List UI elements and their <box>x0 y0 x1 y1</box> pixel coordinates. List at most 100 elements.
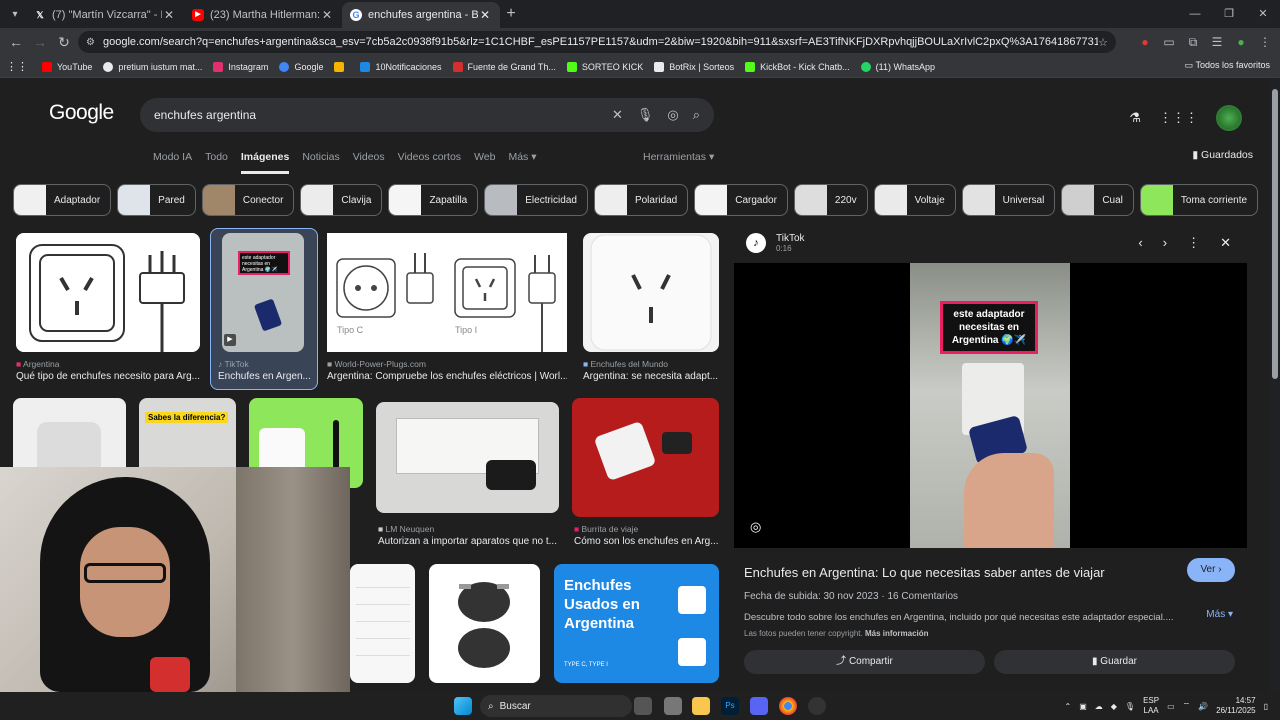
share-button[interactable]: ⤴ Compartir <box>744 650 985 674</box>
search-input[interactable]: enchufes argentina <box>154 108 612 122</box>
clear-icon[interactable]: ✕ <box>612 107 623 123</box>
chip-220v[interactable]: 220v <box>793 184 868 216</box>
tools-button[interactable]: Herramientas ▾ <box>643 151 714 163</box>
image-result-2[interactable]: este adaptador necesitas en Argentina 🌍✈… <box>222 233 304 352</box>
result-title[interactable]: Argentina: se necesita adapt... <box>583 371 719 382</box>
bookmark-whatsapp[interactable]: (11) WhatsApp <box>860 61 935 72</box>
panel-source[interactable]: TikTok <box>776 233 805 244</box>
bookmark-10notificaciones[interactable]: 10Notificaciones <box>360 61 442 72</box>
scrollbar-thumb[interactable] <box>1272 89 1278 379</box>
result-title[interactable]: Enchufes en Argen... <box>218 371 314 382</box>
tab-mas[interactable]: Más ▾ <box>508 151 536 174</box>
minimize-icon[interactable]: — <box>1178 0 1212 28</box>
chip-conector[interactable]: Conector <box>201 184 295 216</box>
chip-cual[interactable]: Cual <box>1061 184 1134 216</box>
view-button[interactable]: Ver › <box>1187 558 1235 582</box>
more-button[interactable]: Más ▾ <box>1206 609 1233 620</box>
tab-videos-cortos[interactable]: Videos cortos <box>398 151 461 174</box>
tab-web[interactable]: Web <box>474 151 495 174</box>
task-view-icon[interactable] <box>634 697 652 715</box>
taskbar-search[interactable]: ⌕ Buscar <box>480 695 632 717</box>
apps-grid-icon[interactable]: ⋮⋮⋮ <box>1159 110 1198 126</box>
lens-search-icon[interactable]: ◎ <box>750 519 761 535</box>
tab-modo-ia[interactable]: Modo IA <box>153 151 192 174</box>
bookmark-pretium[interactable]: pretium iustum mat... <box>103 61 202 72</box>
bookmark-grand-th[interactable]: Fuente de Grand Th... <box>452 61 556 72</box>
result-title[interactable]: Cómo son los enchufes en Arg... <box>574 536 719 547</box>
microphone-icon[interactable]: 🎙 <box>637 107 654 123</box>
bookmark-star-icon[interactable]: ☆ <box>1098 36 1108 49</box>
result-title[interactable]: Qué tipo de enchufes necesito para Arg..… <box>16 371 200 382</box>
tab-search-button[interactable]: ▾ <box>4 3 26 25</box>
obs-icon[interactable] <box>808 697 826 715</box>
tab-noticias[interactable]: Noticias <box>302 151 339 174</box>
tab-youtube[interactable]: ▶ (23) Martha Hitlerman: animale ✕ <box>184 2 342 28</box>
profile-icon[interactable]: ● <box>1232 35 1250 49</box>
windows-start-icon[interactable] <box>454 697 472 715</box>
image-result-4[interactable] <box>583 233 719 352</box>
wifi-icon[interactable]: ⌔ <box>1183 701 1191 711</box>
close-icon[interactable]: ✕ <box>1220 235 1231 251</box>
tab-google[interactable]: G enchufes argentina - Buscar con ✕ <box>342 2 500 28</box>
photoshop-icon[interactable]: Ps <box>721 697 739 715</box>
labs-icon[interactable]: ⚗ <box>1129 110 1141 126</box>
search-box[interactable]: enchufes argentina ✕ 🎙 ◎ ⌕ <box>140 98 714 132</box>
account-avatar[interactable] <box>1216 105 1242 131</box>
language-indicator[interactable]: ESP LAA <box>1143 696 1159 716</box>
lens-icon[interactable]: ◎ <box>667 107 678 123</box>
image-result-1[interactable] <box>16 233 200 352</box>
result-title[interactable]: Autorizan a importar aparatos que no t..… <box>378 536 558 547</box>
all-bookmarks[interactable]: ▭ Todos los favoritos <box>1185 60 1270 71</box>
bookmark-youtube[interactable]: YouTube <box>42 61 92 72</box>
microphone-icon[interactable]: 🎙 <box>1125 702 1135 711</box>
discord-icon[interactable] <box>750 697 768 715</box>
extensions-icon[interactable]: ⧉ <box>1184 35 1202 50</box>
tab-x[interactable]: 𝕏 (7) "Martín Vizcarra" - Buscar / ✕ <box>26 2 184 28</box>
bookmark-kickbot[interactable]: KickBot - Kick Chatb... <box>745 61 850 72</box>
panel-title[interactable]: Enchufes en Argentina: Lo que necesitas … <box>744 565 1105 580</box>
forward-icon[interactable]: → <box>28 34 52 50</box>
more-options-icon[interactable]: ⋮ <box>1187 235 1200 251</box>
chip-universal[interactable]: Universal <box>961 184 1056 216</box>
extension-card-icon[interactable]: ▭ <box>1160 35 1178 49</box>
video-preview[interactable]: este adaptador necesitas en Argentina 🌍✈… <box>734 263 1247 548</box>
chip-clavija[interactable]: Clavija <box>300 184 383 216</box>
tray-app-icon[interactable]: ▣ <box>1079 702 1087 711</box>
bookmark-instagram[interactable]: Instagram <box>213 61 268 72</box>
image-result-12[interactable]: Enchufes Usados en Argentina TYPE C, TYP… <box>554 564 719 683</box>
chip-polaridad[interactable]: Polaridad <box>593 184 689 216</box>
volume-icon[interactable]: 🔊 <box>1198 702 1208 711</box>
google-logo[interactable]: Google <box>49 101 114 125</box>
cloud-icon[interactable]: ☁ <box>1095 702 1103 711</box>
chrome-icon[interactable] <box>779 697 797 715</box>
image-result-10[interactable] <box>350 564 415 683</box>
image-result-11[interactable] <box>429 564 540 683</box>
saved-button[interactable]: ▮ Guardados <box>1192 149 1253 161</box>
bookmark-unnamed[interactable] <box>334 61 349 72</box>
shield-icon[interactable]: ◆ <box>1111 702 1117 711</box>
file-explorer-icon[interactable] <box>692 697 710 715</box>
bookmark-botrix[interactable]: BotRix | Sorteos <box>654 61 734 72</box>
display-icon[interactable]: ▭ <box>1167 702 1175 711</box>
back-icon[interactable]: ← <box>4 34 28 50</box>
reload-icon[interactable]: ↻ <box>52 34 76 51</box>
tab-videos[interactable]: Videos <box>353 151 385 174</box>
close-icon[interactable]: ✕ <box>478 8 492 22</box>
chip-toma-corriente[interactable]: Toma corriente <box>1139 184 1259 216</box>
chip-adaptador[interactable]: Adaptador <box>13 184 112 216</box>
address-bar[interactable]: ⚙ google.com/search?q=enchufes+argentina… <box>78 31 1116 53</box>
chip-cargador[interactable]: Cargador <box>694 184 788 216</box>
bookmark-google[interactable]: Google <box>279 61 323 72</box>
site-info-icon[interactable]: ⚙ <box>86 37 95 48</box>
chip-electricidad[interactable]: Electricidad <box>484 184 588 216</box>
restore-icon[interactable]: ❐ <box>1212 0 1246 28</box>
image-result-8[interactable] <box>376 402 559 513</box>
chevron-up-icon[interactable]: ⌃ <box>1064 702 1071 711</box>
image-result-3[interactable]: Tipo C Tipo I <box>327 233 567 352</box>
close-window-icon[interactable]: ✕ <box>1246 0 1280 28</box>
prev-icon[interactable]: ‹ <box>1138 235 1142 251</box>
page-scrollbar[interactable] <box>1270 79 1280 692</box>
chip-pared[interactable]: Pared <box>117 184 196 216</box>
tab-todo[interactable]: Todo <box>205 151 228 174</box>
apps-icon[interactable]: ⋮⋮ <box>6 60 28 73</box>
